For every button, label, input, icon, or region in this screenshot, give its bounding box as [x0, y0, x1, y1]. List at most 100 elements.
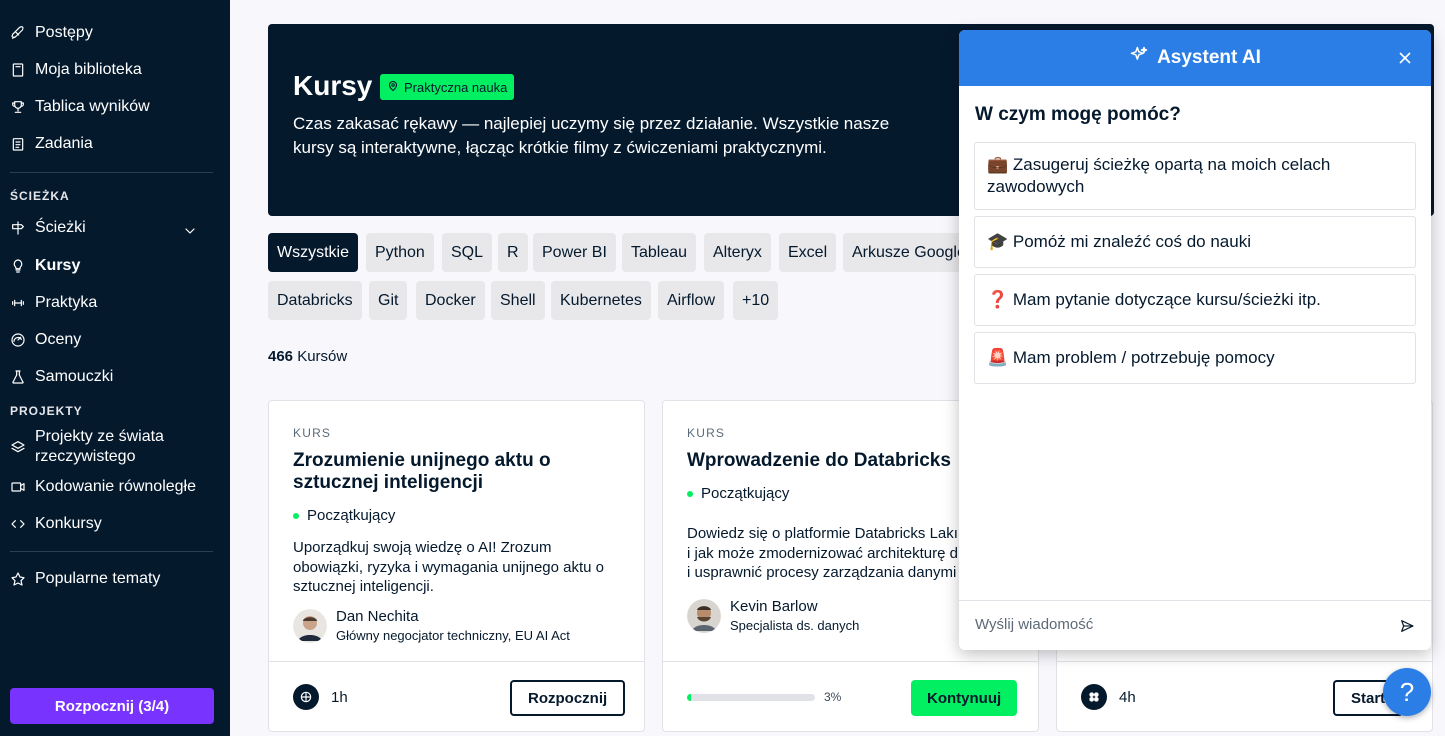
- course-description: Uporządkuj swoją wiedzę o AI! Zrozum obo…: [293, 538, 623, 597]
- results-number: 466: [268, 348, 294, 365]
- ai-message-input[interactable]: [975, 616, 1375, 633]
- sidebar-item-label: Kodowanie równoległe: [35, 478, 196, 495]
- course-progress-bar: [687, 694, 815, 701]
- layers-icon: [10, 439, 26, 455]
- filter-chip-airflow[interactable]: Airflow: [658, 281, 725, 320]
- results-label: Kursów: [297, 348, 348, 365]
- sidebar: Postępy Moja biblioteka Tablica wyników …: [0, 0, 230, 736]
- filter-chip-sql[interactable]: SQL: [442, 233, 493, 272]
- filter-chip-python[interactable]: Python: [366, 233, 434, 272]
- ai-question: W czym mogę pomóc?: [975, 104, 1181, 125]
- start-course-button[interactable]: Rozpocznij: [510, 680, 626, 716]
- chevron-down-icon: [182, 223, 198, 244]
- lightbulb-icon: [10, 258, 26, 274]
- course-description-line: Uporządkuj swoją wiedzę o AI! Zrozum: [293, 539, 552, 556]
- sidebar-item-label: Zadania: [35, 135, 93, 152]
- filter-chip-kubernetes[interactable]: Kubernetes: [551, 281, 651, 320]
- sidebar-item-tasks[interactable]: Zadania: [10, 135, 93, 153]
- book-icon: [10, 62, 26, 78]
- sidebar-item-competitions[interactable]: Konkursy: [10, 515, 102, 533]
- gauge-icon: [10, 332, 26, 348]
- card-footer: 4h Start: [1057, 661, 1432, 731]
- topic-icon: [1081, 684, 1107, 710]
- sidebar-item-label: Oceny: [35, 331, 82, 348]
- course-duration: 4h: [1119, 689, 1136, 706]
- ai-message-bar: [959, 600, 1431, 650]
- sidebar-item-tutorials[interactable]: Samouczki: [10, 368, 113, 386]
- filter-chip-all[interactable]: Wszystkie: [268, 233, 358, 272]
- ai-option-find-learning[interactable]: 🎓 Pomóż mi znaleźć coś do nauki: [974, 216, 1416, 268]
- sidebar-item-progress[interactable]: Postępy: [10, 24, 93, 42]
- card-footer: 3% Kontynuuj: [663, 661, 1038, 731]
- sidebar-item-popular-topics[interactable]: Popularne tematy: [10, 570, 160, 588]
- hands-on-badge: Praktyczna nauka: [380, 74, 515, 100]
- sidebar-item-real-projects[interactable]: Projekty ze świata rzeczywistego: [10, 427, 210, 467]
- avatar: [293, 608, 327, 643]
- start-onboarding-button[interactable]: Rozpocznij (3/4): [10, 688, 214, 724]
- author-role: Specjalista ds. danych: [730, 618, 860, 633]
- level-dot: [293, 512, 299, 519]
- course-level-label: Początkujący: [701, 485, 790, 502]
- filter-chip-r[interactable]: R: [498, 233, 528, 272]
- course-level-label: Początkujący: [307, 507, 396, 524]
- sidebar-item-code-along[interactable]: Kodowanie równoległe: [10, 478, 196, 496]
- sidebar-item-label: Konkursy: [35, 515, 102, 532]
- sidebar-item-assessments[interactable]: Oceny: [10, 331, 81, 349]
- sidebar-item-label: Samouczki: [35, 368, 114, 385]
- level-dot: [687, 490, 693, 497]
- badge-label: Praktyczna nauka: [404, 79, 508, 95]
- sidebar-item-label: Kursy: [35, 257, 81, 274]
- filter-chip-alteryx[interactable]: Alteryx: [704, 233, 771, 272]
- send-icon[interactable]: [1399, 618, 1415, 639]
- sidebar-item-label: Moja biblioteka: [35, 61, 142, 78]
- sidebar-item-courses[interactable]: Kursy: [10, 257, 80, 275]
- map-pin-icon: [387, 80, 399, 95]
- sidebar-item-label: Popularne tematy: [35, 570, 161, 587]
- sidebar-item-label: Ścieżki: [35, 219, 86, 236]
- sidebar-item-library[interactable]: Moja biblioteka: [10, 61, 142, 79]
- clipboard-icon: [10, 136, 26, 152]
- course-author[interactable]: Dan Nechita Główny negocjator techniczny…: [293, 608, 570, 643]
- filter-chip-power-bi[interactable]: Power BI: [533, 233, 616, 272]
- sidebar-item-label: Tablica wyników: [35, 98, 150, 115]
- close-icon[interactable]: [1395, 48, 1415, 68]
- ai-option-career-path[interactable]: 💼 Zasugeruj ścieżkę opartą na moich cela…: [974, 142, 1416, 210]
- filter-chip-docker[interactable]: Docker: [416, 281, 485, 320]
- code-icon: [10, 516, 26, 532]
- course-card[interactable]: KURS Zrozumienie unijnego aktu o sztuczn…: [268, 400, 645, 732]
- sidebar-item-paths[interactable]: Ścieżki: [10, 219, 214, 237]
- filter-chip-google-sheets[interactable]: Arkusze Google: [843, 233, 963, 272]
- filter-chip-tableau[interactable]: Tableau: [622, 233, 697, 272]
- filter-chip-shell[interactable]: Shell: [491, 281, 545, 320]
- author-name: Kevin Barlow: [730, 598, 818, 615]
- hero-description: Czas zakasać rękawy — najlepiej uczymy s…: [293, 114, 890, 157]
- sidebar-item-leaderboard[interactable]: Tablica wyników: [10, 98, 150, 116]
- card-footer: 1h Rozpocznij: [269, 661, 644, 731]
- ai-panel-title: Asystent AI: [1157, 47, 1261, 68]
- flask-icon: [10, 369, 26, 385]
- help-button[interactable]: ?: [1383, 668, 1431, 716]
- progress-fill: [687, 694, 691, 701]
- filter-chip-git[interactable]: Git: [369, 281, 408, 320]
- section-label-projects: PROJEKTY: [10, 404, 83, 418]
- filter-chip-databricks[interactable]: Databricks: [268, 281, 362, 320]
- sidebar-item-label: Projekty ze świata rzeczywistego: [35, 428, 164, 465]
- filter-chip-excel[interactable]: Excel: [779, 233, 837, 272]
- course-level: Początkujący: [293, 507, 395, 524]
- avatar: [687, 598, 721, 633]
- course-description-line: sztucznej inteligencji.: [293, 578, 434, 595]
- sparkles-icon: [1129, 45, 1149, 71]
- course-title[interactable]: Zrozumienie unijnego aktu o sztucznej in…: [293, 450, 633, 494]
- card-kind-label: KURS: [687, 426, 726, 440]
- ai-topic-icon: [293, 684, 319, 710]
- course-author[interactable]: Kevin Barlow Specjalista ds. danych: [687, 598, 859, 633]
- ai-option-problem[interactable]: 🚨 Mam problem / potrzebuję pomocy: [974, 332, 1416, 384]
- rocket-icon: [10, 25, 26, 41]
- course-duration: 1h: [331, 689, 348, 706]
- trophy-icon: [10, 99, 26, 115]
- ai-option-question[interactable]: ❓ Mam pytanie dotyczące kursu/ścieżki it…: [974, 274, 1416, 326]
- star-icon: [10, 571, 26, 587]
- filter-chip-more[interactable]: +10: [733, 281, 779, 320]
- continue-course-button[interactable]: Kontynuuj: [911, 680, 1018, 716]
- sidebar-item-practice[interactable]: Praktyka: [10, 294, 97, 312]
